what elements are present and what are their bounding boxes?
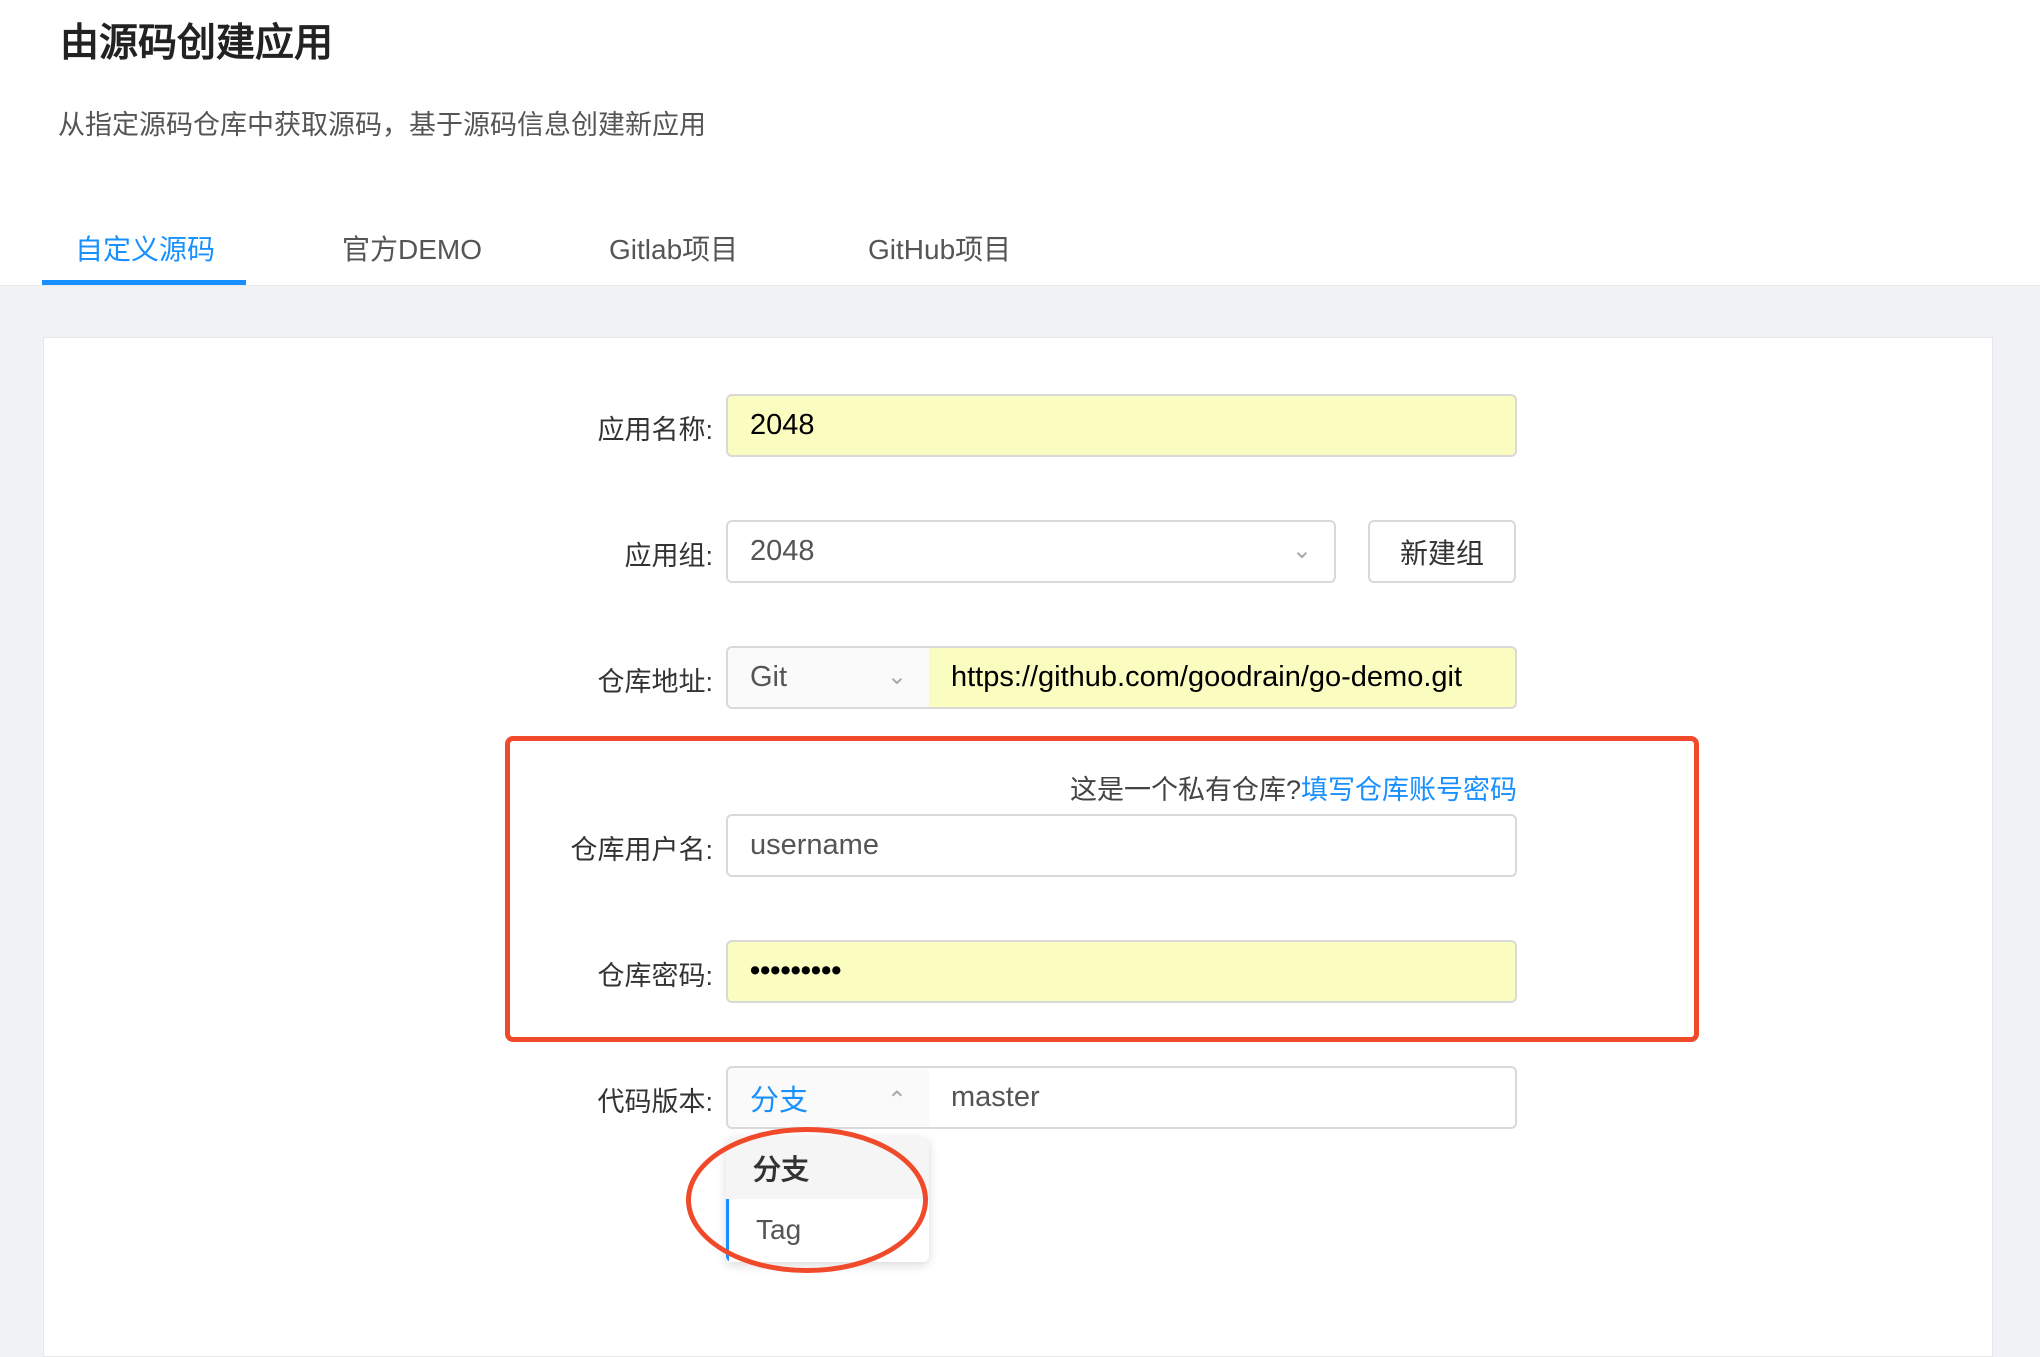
page-header: 由源码创建应用 从指定源码仓库中获取源码，基于源码信息创建新应用 自定义源码 官… [0,0,2040,286]
password-value: ••••••••• [750,955,842,987]
tab-official-demo[interactable]: 官方DEMO [342,228,482,268]
app-name-label: 应用名称: [597,415,713,445]
app-name-value: 2048 [750,409,815,441]
username-label: 仓库用户名: [570,835,713,865]
version-type-select[interactable]: 分支 ⌃ [726,1066,931,1129]
repo-type-value: Git [750,661,788,693]
version-value: master [951,1081,1040,1113]
page-title: 由源码创建应用 [60,22,334,65]
password-input[interactable]: ••••••••• [726,940,1517,1003]
version-type-value: 分支 [750,1084,809,1117]
username-input[interactable]: username [726,814,1517,877]
app-group-select[interactable]: 2048 ⌄ [726,520,1336,583]
app-name-input[interactable]: 2048 [726,394,1517,457]
password-label: 仓库密码: [597,961,713,991]
active-tab-indicator [42,280,246,285]
tab-github[interactable]: GitHub项目 [868,228,1011,268]
page-subtitle: 从指定源码仓库中获取源码，基于源码信息创建新应用 [58,110,706,140]
repo-url-value: https://github.com/goodrain/go-demo.git [951,661,1463,693]
new-group-button[interactable]: 新建组 [1368,520,1516,583]
app-group-value: 2048 [750,535,815,567]
annotation-circle [686,1127,928,1273]
chevron-down-icon: ⌄ [886,663,907,690]
fill-credentials-link[interactable]: 填写仓库账号密码 [1301,775,1517,805]
chevron-up-icon: ⌃ [886,1087,907,1114]
version-label: 代码版本: [597,1087,713,1117]
version-input[interactable]: master [929,1066,1517,1129]
tab-gitlab[interactable]: Gitlab项目 [609,228,738,268]
private-repo-hint: 这是一个私有仓库?填写仓库账号密码 [1070,768,1517,807]
repo-url-input[interactable]: https://github.com/goodrain/go-demo.git [929,646,1517,709]
repo-type-select[interactable]: Git ⌄ [726,646,931,709]
tab-custom-source[interactable]: 自定义源码 [75,228,215,268]
chevron-down-icon: ⌄ [1291,537,1312,564]
private-repo-hint-text: 这是一个私有仓库? [1069,775,1301,805]
repo-label: 仓库地址: [597,667,713,697]
app-group-label: 应用组: [624,541,713,571]
username-placeholder: username [750,829,879,861]
